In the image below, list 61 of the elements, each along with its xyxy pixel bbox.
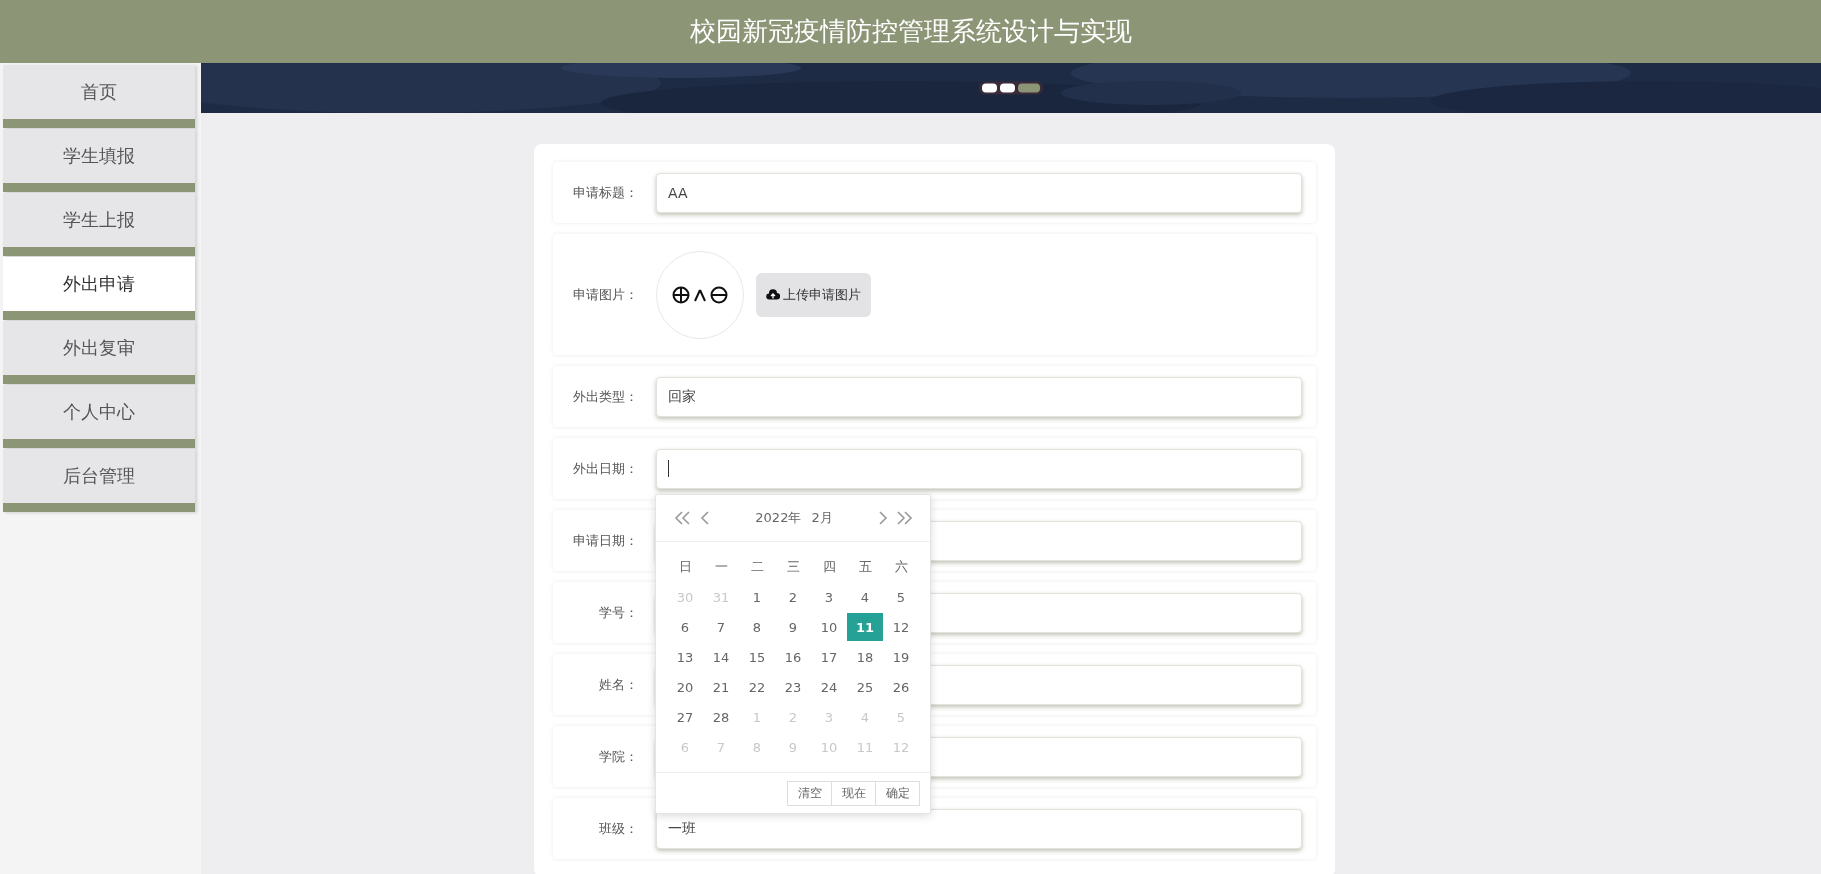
- field-label: 学号：: [598, 603, 638, 622]
- calendar-day[interactable]: 12: [883, 613, 919, 641]
- calendar-day[interactable]: 23: [775, 673, 811, 701]
- calendar-day[interactable]: 25: [847, 673, 883, 701]
- picker-year[interactable]: 2022年: [755, 509, 802, 527]
- upload-button[interactable]: 上传申请图片: [756, 272, 871, 317]
- field-label: 学院：: [598, 747, 638, 766]
- field-label: 申请日期：: [572, 531, 638, 550]
- calendar-day[interactable]: 3: [811, 583, 847, 611]
- weekday-label: 五: [858, 558, 872, 576]
- calendar-day[interactable]: 11: [847, 613, 883, 641]
- picker-button[interactable]: 确定: [875, 780, 920, 806]
- input-field[interactable]: 一班: [656, 808, 1302, 849]
- calendar-day[interactable]: 4: [847, 583, 883, 611]
- calendar-day[interactable]: 19: [883, 643, 919, 671]
- calendar-day[interactable]: 9: [775, 613, 811, 641]
- calendar-day[interactable]: 13: [667, 643, 703, 671]
- weekday-label: 二: [750, 558, 764, 576]
- calendar-day[interactable]: 18: [847, 643, 883, 671]
- picker-button[interactable]: 清空: [787, 780, 832, 806]
- nav-item[interactable]: 个人中心: [3, 385, 195, 448]
- weekday-label: 六: [894, 558, 908, 576]
- weekday-label: 三: [786, 558, 800, 576]
- nav-item[interactable]: 外出申请: [3, 257, 195, 320]
- calendar-day[interactable]: 17: [811, 643, 847, 671]
- calendar-day[interactable]: 15: [739, 643, 775, 671]
- calendar-day[interactable]: 8: [739, 613, 775, 641]
- field-label: 外出日期：: [572, 459, 638, 478]
- calendar-day[interactable]: 14: [703, 643, 739, 671]
- field-label: 外出类型：: [572, 387, 638, 406]
- nav-item[interactable]: 首页: [3, 65, 195, 128]
- calendar-day[interactable]: 22: [739, 673, 775, 701]
- field-label: 申请标题：: [572, 183, 638, 202]
- calendar-day[interactable]: 26: [883, 673, 919, 701]
- picker-month[interactable]: 2月: [811, 509, 833, 527]
- calendar-day[interactable]: 16: [775, 643, 811, 671]
- calendar-day[interactable]: 20: [667, 673, 703, 701]
- calendar-day[interactable]: 7: [703, 613, 739, 641]
- calendar-day[interactable]: 6: [667, 613, 703, 641]
- calendar-day[interactable]: 27: [667, 703, 703, 731]
- nav-item[interactable]: 外出复审: [3, 321, 195, 384]
- calendar-day[interactable]: 24: [811, 673, 847, 701]
- nav-item[interactable]: 学生填报: [3, 129, 195, 192]
- weekday-label: 日: [678, 558, 692, 576]
- page-title: 校园新冠疫情防控管理系统设计与实现: [689, 15, 1132, 48]
- picker-button[interactable]: 现在: [831, 780, 876, 806]
- field-label: 姓名：: [598, 675, 638, 694]
- field-label: 申请图片：: [572, 285, 638, 304]
- weekday-label: 四: [822, 558, 836, 576]
- input-field[interactable]: AA: [656, 172, 1302, 213]
- field-label: 班级：: [598, 819, 638, 838]
- calendar-day[interactable]: 10: [811, 613, 847, 641]
- calendar-day[interactable]: 2: [775, 583, 811, 611]
- calendar-day[interactable]: 21: [703, 673, 739, 701]
- weekday-label: 一: [714, 558, 728, 576]
- calendar-day[interactable]: 1: [739, 583, 775, 611]
- calendar-day[interactable]: 5: [883, 583, 919, 611]
- nav-item[interactable]: 学生上报: [3, 193, 195, 256]
- nav-item[interactable]: 后台管理: [3, 449, 195, 512]
- input-field[interactable]: 回家: [656, 376, 1302, 417]
- calendar-day[interactable]: 28: [703, 703, 739, 731]
